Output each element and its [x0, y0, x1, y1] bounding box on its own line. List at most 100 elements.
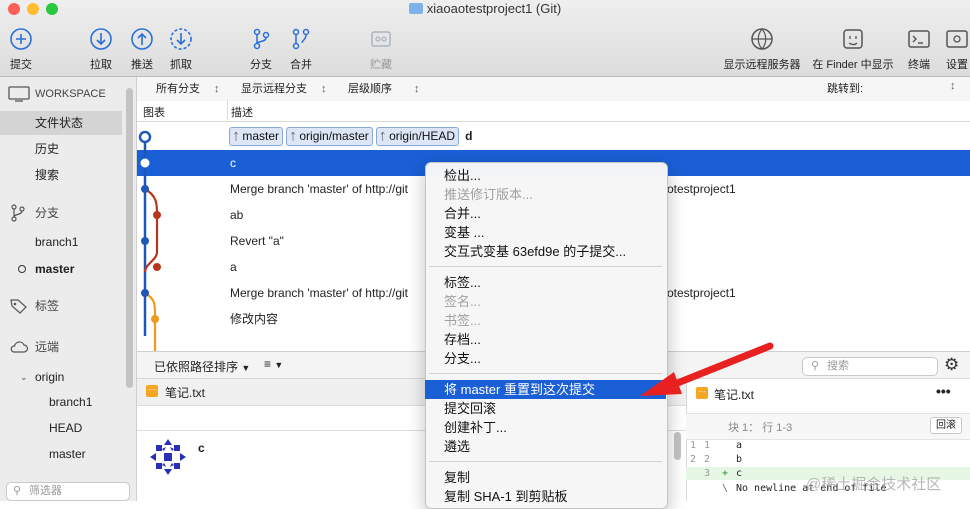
- commit-row[interactable]: ᛏ master ᛏ origin/master ᛏ origin/HEAD d: [137, 124, 970, 150]
- ref-badge: ᛏ master: [229, 127, 284, 146]
- workspace-label: WORKSPACE: [35, 88, 106, 100]
- commit-description: Merge branch 'master' of http://git: [230, 182, 408, 196]
- folder-icon: [408, 3, 423, 14]
- stash-label: 贮藏: [370, 59, 392, 71]
- menu-item-checkout[interactable]: 检出...: [425, 166, 666, 185]
- sort-dropdown[interactable]: 已依照路径排序 ▼: [154, 358, 250, 375]
- updown-icon[interactable]: ↕: [950, 80, 956, 92]
- order-dropdown[interactable]: 层级顺序 ↕: [348, 80, 420, 96]
- show-remote-button[interactable]: 显示远程服务器: [722, 26, 802, 72]
- search-label: 搜索: [35, 168, 60, 182]
- file-name: 笔记.txt: [165, 386, 206, 400]
- updown-icon: ↕: [214, 83, 220, 95]
- gear-icon[interactable]: ⚙: [944, 355, 959, 375]
- menu-item-bookmark[interactable]: 书签...: [425, 311, 666, 330]
- chevron-down-icon: ▼: [241, 363, 251, 373]
- menu-item-merge[interactable]: 合并...: [425, 204, 666, 223]
- menu-item-create-patch[interactable]: 创建补丁...: [425, 418, 666, 437]
- sidebar-scrollbar[interactable]: [126, 88, 133, 388]
- sidebar-filter-input[interactable]: ⚲ 筛选器: [6, 482, 130, 501]
- fetch-label: 抓取: [170, 59, 192, 71]
- menu-item-rebase[interactable]: 变基 ...: [425, 223, 666, 242]
- revert-hunk-button[interactable]: 回滚: [930, 417, 962, 434]
- description-column-header[interactable]: 描述: [231, 104, 253, 120]
- push-button[interactable]: 推送: [127, 26, 157, 72]
- sidebar-item-origin[interactable]: ⌄ origin: [0, 365, 122, 389]
- stash-button[interactable]: 贮藏: [366, 26, 396, 72]
- new-line-number: 1: [704, 440, 711, 451]
- commit-graph: [138, 130, 161, 351]
- globe-icon: [751, 28, 773, 50]
- diff-line-text: b: [736, 454, 743, 465]
- branch-label: 分支: [250, 59, 272, 71]
- sidebar-item-origin-branch1[interactable]: branch1: [0, 390, 122, 414]
- merge-icon: [292, 28, 310, 50]
- show-in-finder-button[interactable]: 在 Finder 中显示: [810, 26, 896, 72]
- search-input[interactable]: ⚲ 搜索: [802, 357, 938, 376]
- commit-description: a: [230, 260, 237, 274]
- fetch-button[interactable]: 抓取: [166, 26, 196, 72]
- merge-button[interactable]: 合并: [286, 26, 316, 72]
- search-icon: ⚲: [811, 360, 820, 372]
- sidebar-item-origin-master[interactable]: master: [0, 442, 122, 466]
- origin-master-label: master: [49, 447, 86, 461]
- branch-icon: ᛏ: [290, 132, 297, 143]
- sidebar-item-master[interactable]: master: [0, 257, 122, 281]
- sort-label: 已依照路径排序: [154, 360, 239, 374]
- commit-description: 修改内容: [230, 312, 279, 326]
- commit-description: ab: [230, 208, 244, 222]
- hunk-label: 块 1： 行 1-3: [728, 422, 793, 434]
- sidebar-item-search[interactable]: 搜索: [0, 163, 122, 187]
- commit-author: c: [198, 441, 205, 455]
- sidebar-tags-header[interactable]: 标签: [0, 294, 122, 318]
- commit-button[interactable]: 提交: [6, 26, 36, 72]
- watermark: @稀土掘金技术社区: [806, 476, 942, 493]
- commit-description: Revert "a": [230, 234, 284, 248]
- sidebar-item-file-status[interactable]: 文件状态: [0, 111, 122, 135]
- diff-sign: +: [722, 468, 729, 479]
- sidebar-item-origin-head[interactable]: HEAD: [0, 416, 122, 440]
- terminal-button[interactable]: 终端: [904, 26, 934, 72]
- view-mode-dropdown[interactable]: ≡ ▼: [264, 357, 283, 371]
- menu-item-revert-commit[interactable]: 提交回滚: [425, 399, 666, 418]
- origin-head-label: HEAD: [49, 421, 83, 435]
- pull-button[interactable]: 拉取: [86, 26, 116, 72]
- sidebar-remotes-header[interactable]: 远端: [0, 335, 122, 359]
- menu-item-branch[interactable]: 分支...: [425, 349, 666, 368]
- menu-item-sign[interactable]: 签名...: [425, 292, 666, 311]
- menu-separator: [429, 266, 662, 267]
- modified-file-icon: ···: [146, 385, 158, 397]
- settings-icon: [946, 30, 968, 48]
- branch-button[interactable]: 分支: [246, 26, 276, 72]
- sidebar-workspace[interactable]: WORKSPACE: [0, 82, 122, 106]
- diff-sign: \: [722, 483, 729, 494]
- menu-item-interactive-rebase[interactable]: 交互式变基 63efd9e 的子提交...: [425, 242, 666, 261]
- sidebar-item-history[interactable]: 历史: [0, 137, 122, 161]
- menu-item-cherry-pick[interactable]: 遴选: [425, 437, 666, 456]
- tags-label: 标签: [35, 299, 60, 313]
- sidebar-item-branch1[interactable]: branch1: [0, 230, 122, 254]
- all-branches-dropdown[interactable]: 所有分支 ↕: [156, 80, 220, 96]
- settings-label: 设置: [946, 59, 968, 71]
- commit-description: Merge branch 'master' of http://git: [230, 286, 408, 300]
- menu-item-push-revision[interactable]: 推送修订版本...: [425, 185, 666, 204]
- terminal-icon: [908, 30, 930, 48]
- more-options-icon[interactable]: •••: [936, 383, 951, 399]
- menu-item-copy[interactable]: 复制: [425, 468, 666, 487]
- sidebar-branches-header[interactable]: 分支: [0, 201, 122, 225]
- graph-column-header[interactable]: 图表: [143, 104, 165, 120]
- scrollbar[interactable]: [674, 432, 681, 460]
- window-title: xiaoaotestproject1 (Git): [0, 0, 970, 18]
- menu-item-reset-master[interactable]: 将 master 重置到这次提交: [425, 380, 666, 399]
- branch-icon: ᛏ: [379, 132, 386, 143]
- master-label: master: [35, 262, 75, 276]
- settings-button[interactable]: 设置: [944, 26, 970, 72]
- old-line-number: 1: [690, 440, 697, 451]
- ref-label: origin/master: [299, 129, 369, 143]
- menu-item-tag[interactable]: 标签...: [425, 273, 666, 292]
- menu-item-archive[interactable]: 存档...: [425, 330, 666, 349]
- remotes-label: 远端: [35, 340, 60, 354]
- show-in-finder-label: 在 Finder 中显示: [812, 59, 894, 71]
- show-remote-branches-dropdown[interactable]: 显示远程分支 ↕: [241, 80, 327, 96]
- menu-item-copy-sha[interactable]: 复制 SHA-1 到剪贴板: [425, 487, 666, 506]
